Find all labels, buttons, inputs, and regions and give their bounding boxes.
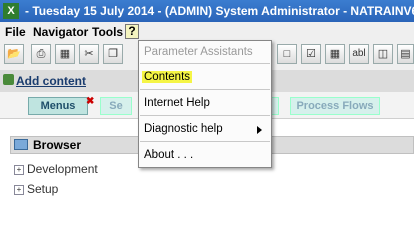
menu-help[interactable]: ?	[125, 24, 139, 39]
submenu-arrow-icon	[257, 126, 262, 134]
menu-item-contents[interactable]: Contents	[142, 71, 193, 83]
menu-tools[interactable]: Tools	[92, 25, 123, 39]
menu-item-about[interactable]: About . . .	[144, 149, 193, 161]
menu-item-diagnostic-help[interactable]: Diagnostic help	[144, 123, 223, 135]
open-folder-icon[interactable]: 📂	[4, 44, 24, 64]
menu-separator	[140, 141, 270, 142]
text-field-icon[interactable]: abl	[349, 44, 369, 64]
menu-separator	[140, 115, 270, 116]
checkbox-icon[interactable]: ☑	[301, 44, 321, 64]
layout-icon[interactable]: ▤	[397, 44, 414, 64]
title-bar: X - Tuesday 15 July 2014 - (ADMIN) Syste…	[0, 0, 414, 22]
print-preview-icon[interactable]: ▦	[55, 44, 75, 64]
copy-icon[interactable]: ❐	[103, 44, 123, 64]
menu-navigator[interactable]: Navigator	[33, 25, 88, 39]
tree-item-label: Setup	[27, 182, 59, 196]
tab-process-flows[interactable]: Process Flows	[290, 97, 380, 115]
window-title: - Tuesday 15 July 2014 - (ADMIN) System …	[25, 4, 414, 18]
tree-item-setup[interactable]: + Setup	[14, 182, 58, 196]
browser-title: Browser	[33, 138, 82, 152]
menu-separator	[140, 89, 270, 90]
menu-item-internet-help[interactable]: Internet Help	[144, 97, 210, 109]
menu-item-parameter-assistants: Parameter Assistants	[144, 46, 253, 58]
tree-item-development[interactable]: + Development	[14, 162, 98, 176]
tree-item-label: Development	[27, 162, 98, 176]
form-icon[interactable]: ◫	[373, 44, 393, 64]
print-icon[interactable]: ⎙	[31, 44, 51, 64]
tab-se[interactable]: Se	[100, 97, 132, 115]
grid-icon[interactable]: ▦	[325, 44, 345, 64]
add-content-icon[interactable]	[3, 74, 14, 85]
close-icon[interactable]: ✖	[86, 97, 96, 107]
expand-icon[interactable]: +	[14, 184, 24, 195]
menu-file[interactable]: File	[5, 25, 26, 39]
menu-separator	[140, 63, 270, 64]
browser-icon	[14, 139, 28, 150]
app-icon[interactable]: X	[3, 3, 19, 19]
tab-menus[interactable]: Menus	[28, 97, 88, 115]
add-content-link[interactable]: Add content	[16, 74, 86, 88]
cut-icon[interactable]: ✂	[79, 44, 99, 64]
expand-icon[interactable]: +	[14, 164, 24, 175]
toolbar-button-icon[interactable]: □	[277, 44, 297, 64]
